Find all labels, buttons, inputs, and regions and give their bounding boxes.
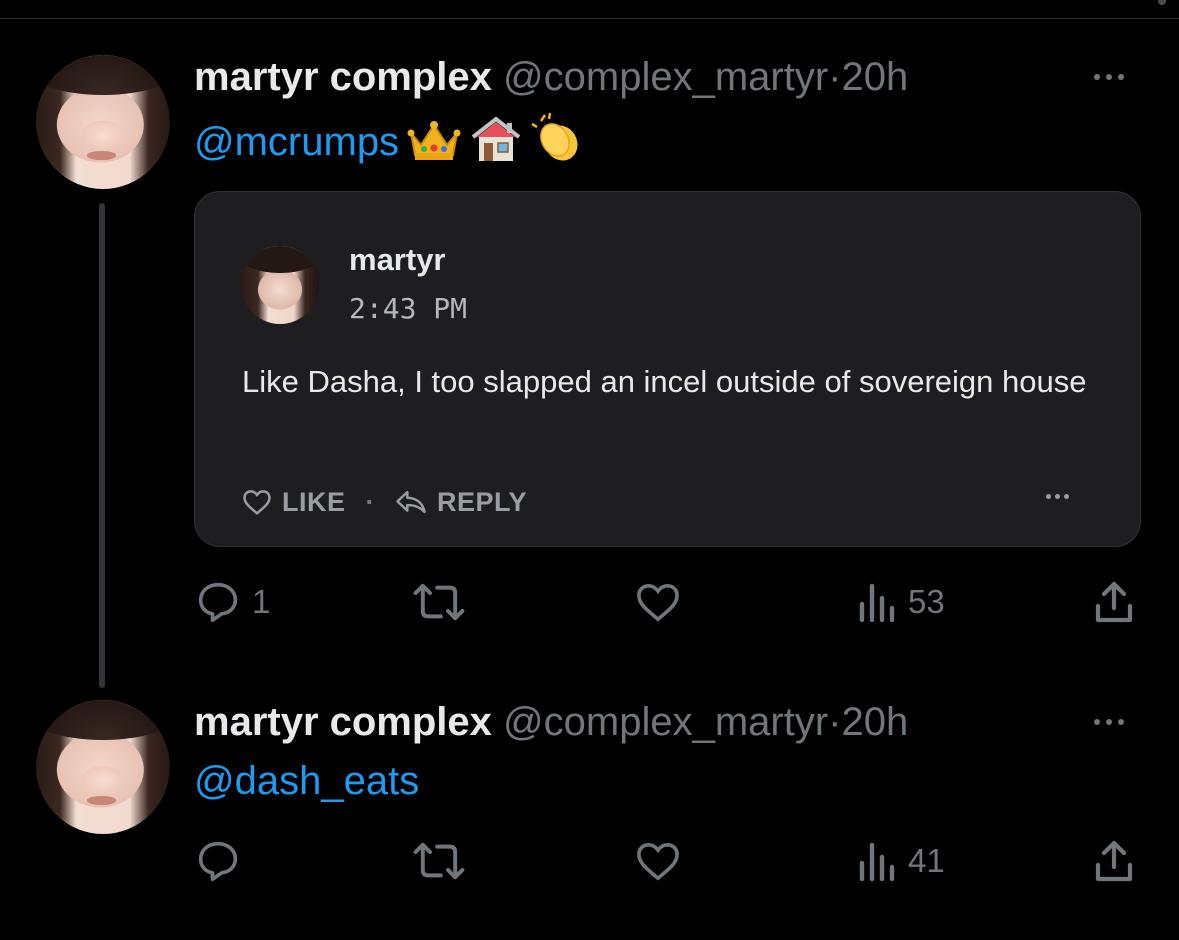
crown-emoji <box>407 119 461 163</box>
more-icon[interactable] <box>1094 714 1138 730</box>
user-handle[interactable]: @complex_martyr <box>503 55 828 99</box>
reply-label: REPLY <box>437 486 528 517</box>
scroll-indicator <box>1158 0 1166 5</box>
tweet-text: @mcrumps <box>194 113 585 165</box>
reply-icon <box>198 841 238 882</box>
top-divider <box>0 18 1179 19</box>
display-name[interactable]: martyr complex <box>194 55 492 99</box>
more-icon[interactable] <box>1094 69 1138 85</box>
view-count: 41 <box>908 842 945 879</box>
quoted-comment-card[interactable]: martyr 2:43 PM Like Dasha, I too slapped… <box>194 191 1141 547</box>
tweet[interactable]: martyr complex @complex_martyr·20h @mcru… <box>0 55 1179 705</box>
comment-time: 2:43 PM <box>349 292 468 325</box>
comment-actions: LIKE · REPLY <box>242 482 527 522</box>
clapping-hands-emoji <box>531 113 585 163</box>
separator-dot: · <box>828 700 842 744</box>
heart-outline-icon <box>243 490 271 515</box>
view-count: 53 <box>908 583 945 620</box>
comment-body: Like Dasha, I too slapped an incel outsi… <box>242 364 1087 399</box>
reply-button[interactable] <box>196 836 252 886</box>
house-emoji <box>469 115 523 163</box>
avatar[interactable] <box>241 246 319 324</box>
like-button[interactable]: LIKE <box>242 487 346 518</box>
reply-icon <box>198 582 238 623</box>
reply-button[interactable]: 1 <box>196 577 270 627</box>
timestamp[interactable]: 20h <box>842 55 909 99</box>
share-button[interactable] <box>1092 577 1136 627</box>
timestamp[interactable]: 20h <box>842 700 909 744</box>
mention-link[interactable]: @mcrumps <box>194 120 399 164</box>
views-button[interactable]: 53 <box>856 577 945 627</box>
tweet-actions: 41 <box>0 836 1179 886</box>
retweet-icon <box>413 583 465 621</box>
retweet-icon <box>413 842 465 880</box>
share-button[interactable] <box>1092 836 1136 886</box>
reply-arrow-icon <box>396 490 426 514</box>
like-button[interactable] <box>634 577 694 627</box>
tweet[interactable]: martyr complex @complex_martyr·20h @dash… <box>0 700 1179 940</box>
views-button[interactable]: 41 <box>856 836 945 886</box>
like-icon <box>637 842 679 881</box>
separator-dot: · <box>828 55 842 99</box>
avatar[interactable] <box>36 700 170 834</box>
tweet-text: @dash_eats <box>194 758 419 804</box>
more-icon[interactable] <box>1046 494 1076 502</box>
reply-button[interactable]: REPLY <box>395 487 527 518</box>
views-icon <box>859 583 895 622</box>
mention-link[interactable]: @dash_eats <box>194 759 419 803</box>
views-icon <box>859 842 895 881</box>
display-name[interactable]: martyr complex <box>194 700 492 744</box>
tweet-header: martyr complex @complex_martyr·20h <box>194 700 908 750</box>
like-icon <box>637 583 679 622</box>
retweet-button[interactable] <box>412 577 478 627</box>
tweet-actions: 1 53 <box>0 577 1179 627</box>
like-label: LIKE <box>282 486 346 517</box>
tweet-header: martyr complex @complex_martyr·20h <box>194 55 908 105</box>
user-handle[interactable]: @complex_martyr <box>503 700 828 744</box>
avatar[interactable] <box>36 55 170 189</box>
share-icon <box>1095 840 1133 882</box>
separator-dot: · <box>365 486 376 517</box>
like-button[interactable] <box>634 836 694 886</box>
comment-author[interactable]: martyr <box>349 242 446 278</box>
reply-count: 1 <box>252 583 271 620</box>
retweet-button[interactable] <box>412 836 478 886</box>
share-icon <box>1095 581 1133 623</box>
